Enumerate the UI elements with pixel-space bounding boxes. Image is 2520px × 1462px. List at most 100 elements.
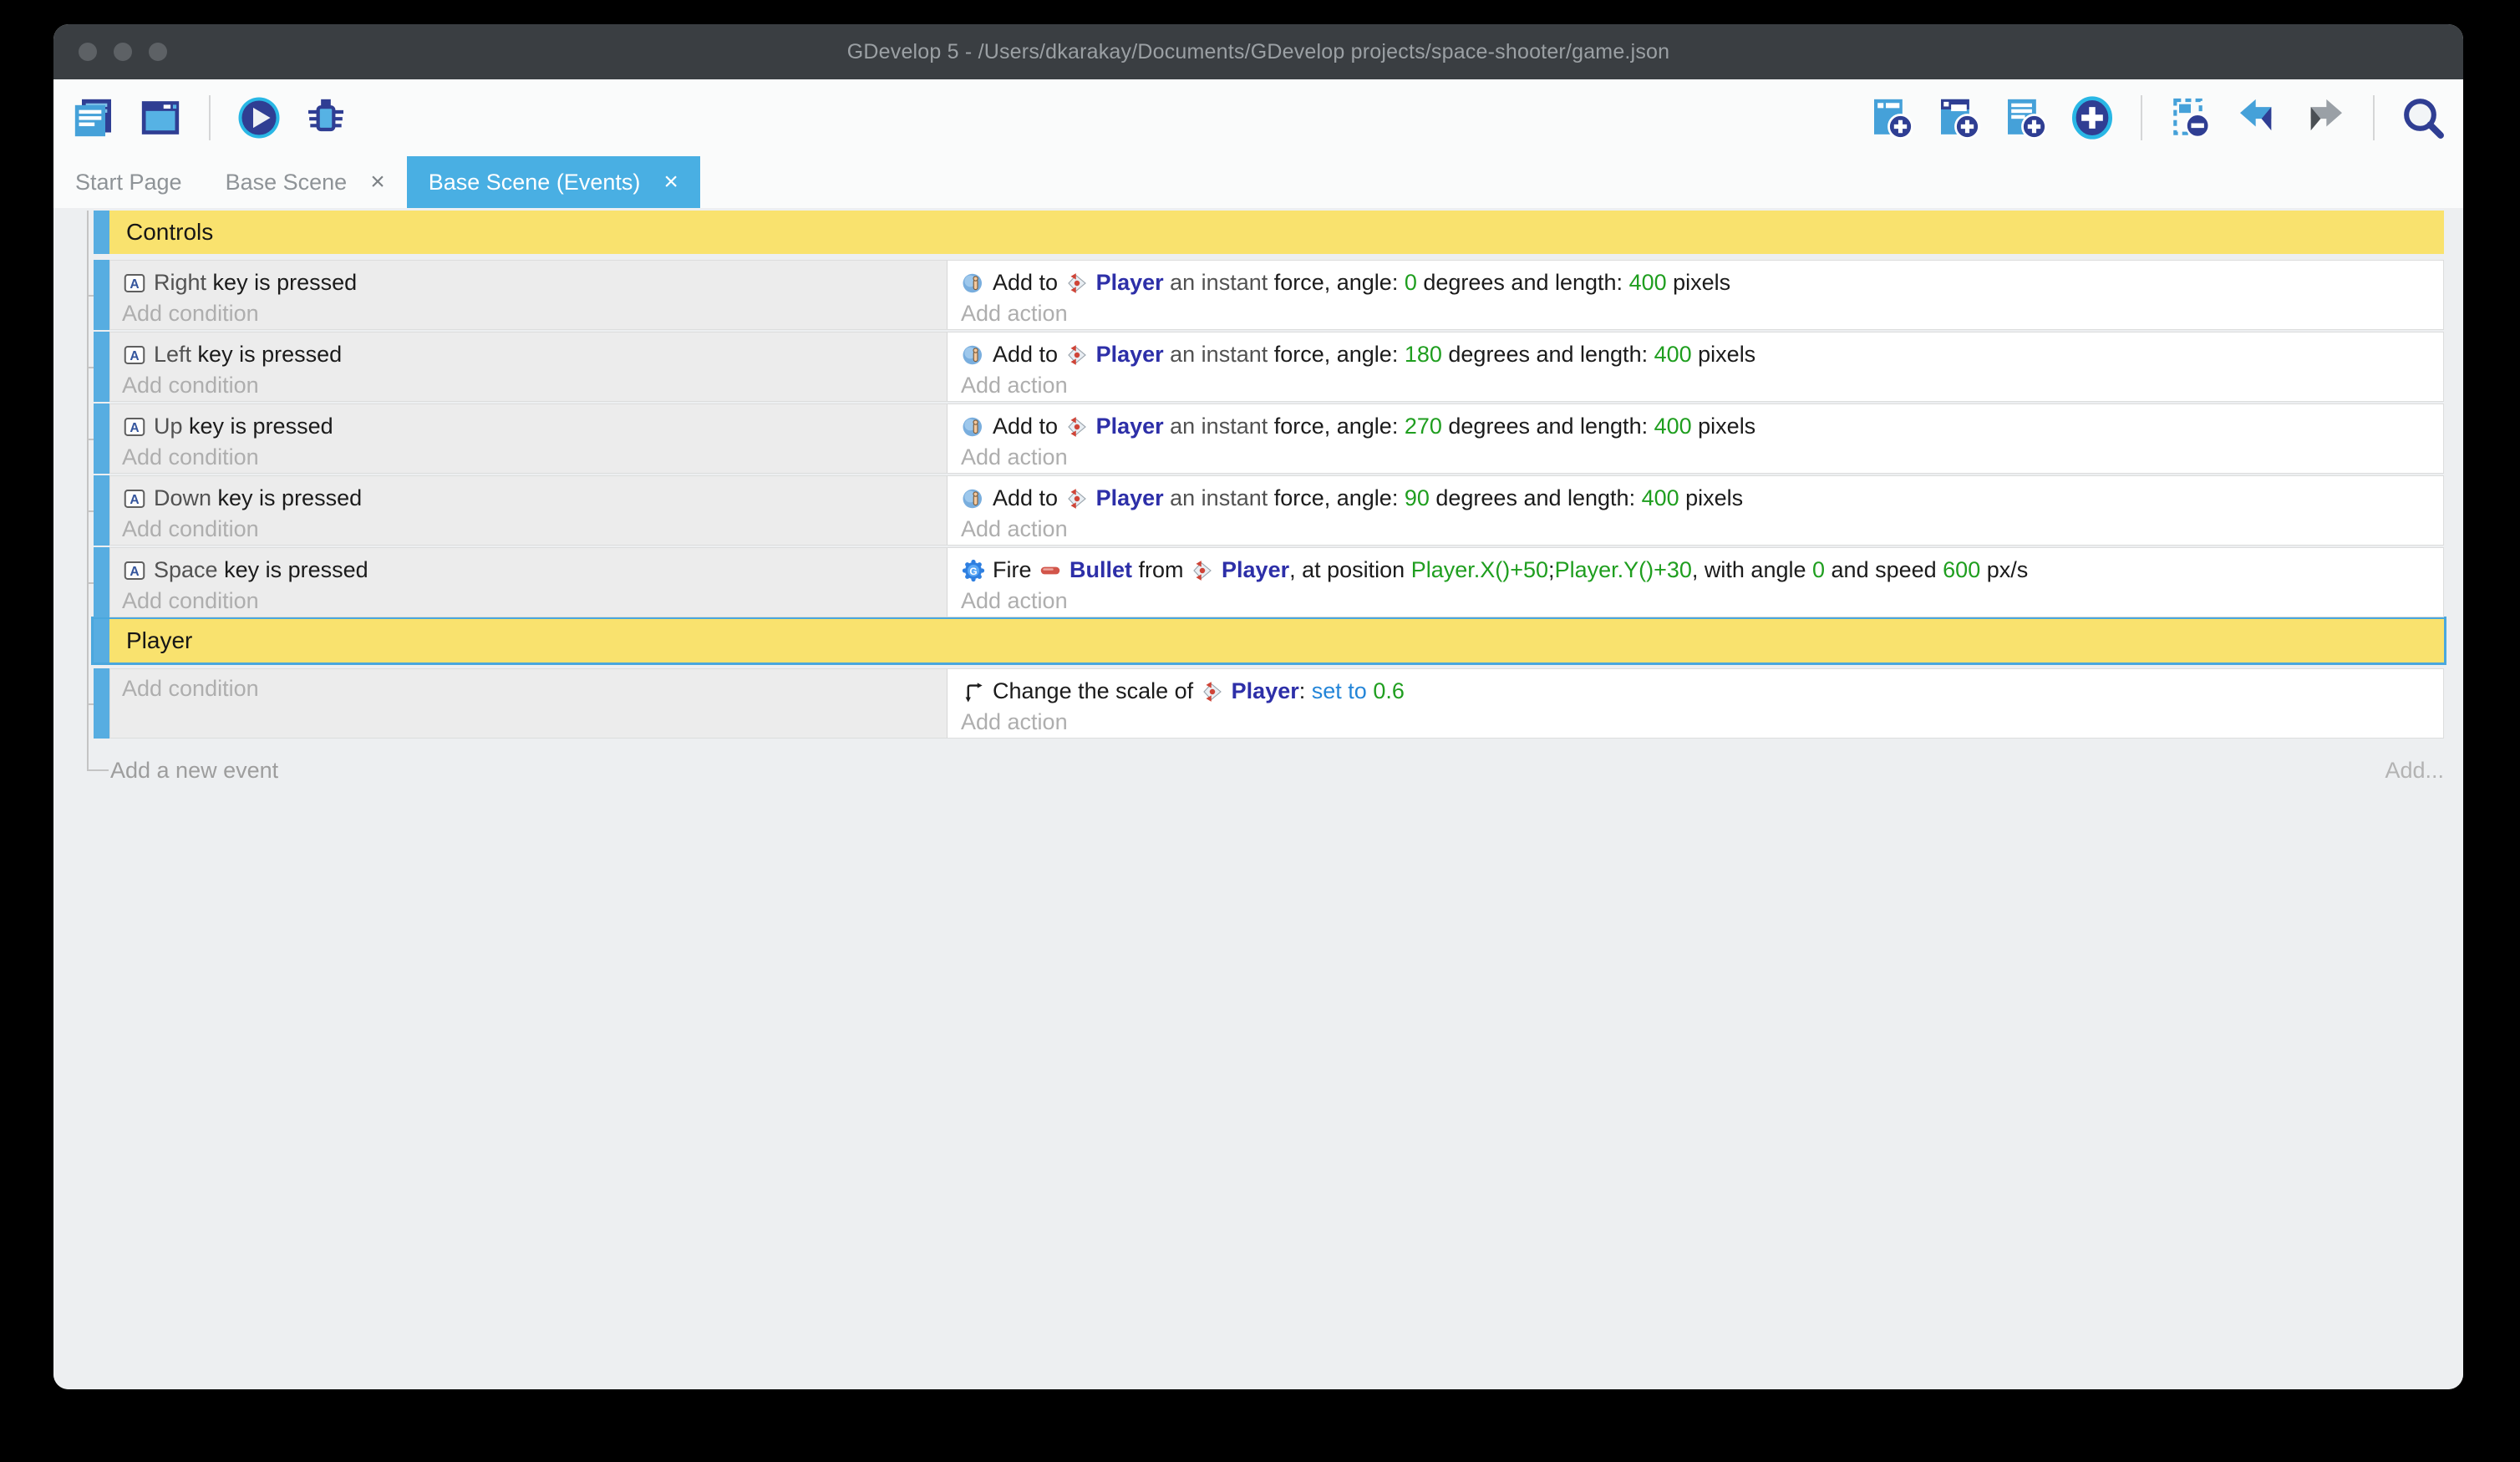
conditions-cell[interactable]: ARight key is pressedAdd condition xyxy=(110,261,948,329)
tree-line xyxy=(87,211,89,758)
tab-close-icon[interactable]: × xyxy=(370,170,385,195)
actions-cell[interactable]: GFire Bullet from Player, at position Pl… xyxy=(948,548,2443,617)
close-window-button[interactable] xyxy=(79,43,97,61)
redo-icon[interactable] xyxy=(2301,94,2348,141)
text-segment: Change the scale of xyxy=(993,678,1200,703)
delete-event-icon[interactable] xyxy=(2167,94,2214,141)
condition-line[interactable]: ARight key is pressed xyxy=(122,266,937,299)
text-segment: 400 xyxy=(1629,270,1667,295)
toolbar-divider xyxy=(209,95,211,140)
minimize-window-button[interactable] xyxy=(114,43,132,61)
condition-line[interactable]: ALeft key is pressed xyxy=(122,338,937,371)
action-line[interactable]: Add to Player an instant force, angle: 0… xyxy=(961,266,2433,299)
conditions-cell[interactable]: Add condition xyxy=(110,669,948,738)
add-condition-button[interactable]: Add condition xyxy=(122,371,937,399)
event-group-controls[interactable]: Controls xyxy=(94,211,2444,254)
text-segment: key is pressed xyxy=(189,414,333,439)
text-segment: 0 xyxy=(1405,270,1417,295)
actions-cell[interactable]: Add to Player an instant force, angle: 9… xyxy=(948,476,2443,545)
event-row[interactable]: ADown key is pressedAdd condition Add to … xyxy=(94,475,2444,546)
scene-window-icon[interactable] xyxy=(137,94,184,141)
text-segment: 270 xyxy=(1405,414,1442,439)
tab-base-scene-events[interactable]: Base Scene (Events)× xyxy=(407,156,700,208)
event-row[interactable]: ALeft key is pressedAdd conditionAdd to … xyxy=(94,332,2444,402)
event-row-body: Add condition Change the scale of Player:… xyxy=(109,668,2444,739)
add-condition-button[interactable]: Add condition xyxy=(122,586,937,615)
event-row[interactable]: ASpace key is pressedAdd condition GFire … xyxy=(94,547,2444,617)
scale-icon xyxy=(961,679,986,704)
tab-close-icon[interactable]: × xyxy=(663,170,678,195)
event-group-player[interactable]: Player xyxy=(94,619,2444,662)
add-circle-icon[interactable] xyxy=(2069,94,2116,141)
text-segment: , with angle xyxy=(1692,557,1812,582)
conditions-cell[interactable]: ASpace key is pressedAdd condition xyxy=(110,548,948,617)
condition-line[interactable]: ADown key is pressed xyxy=(122,481,937,515)
tab-label: Start Page xyxy=(75,170,182,195)
text-segment: pixels xyxy=(1692,414,1756,439)
conditions-cell[interactable]: ALeft key is pressedAdd condition xyxy=(110,333,948,401)
event-row[interactable]: AUp key is pressedAdd condition Add to Pl… xyxy=(94,404,2444,474)
add-action-button[interactable]: Add action xyxy=(961,586,2433,615)
conditions-cell[interactable]: AUp key is pressedAdd condition xyxy=(110,404,948,473)
event-color-strip xyxy=(94,332,109,402)
condition-line[interactable]: ASpace key is pressed xyxy=(122,553,937,586)
add-comment-icon[interactable] xyxy=(2002,94,2049,141)
action-line[interactable]: Add to Player an instant force, angle: 2… xyxy=(961,409,2433,443)
debug-icon[interactable] xyxy=(302,94,349,141)
event-row[interactable]: Add condition Change the scale of Player:… xyxy=(94,668,2444,739)
add-condition-button[interactable]: Add condition xyxy=(122,299,937,327)
player-ship-icon xyxy=(1200,679,1225,704)
add-event-icon[interactable] xyxy=(1868,94,1915,141)
event-row[interactable]: ARight key is pressedAdd condition Add to… xyxy=(94,260,2444,330)
action-line[interactable]: Add to Player an instant force, angle: 1… xyxy=(961,338,2433,371)
undo-icon[interactable] xyxy=(2234,94,2281,141)
tab-base-scene[interactable]: Base Scene× xyxy=(204,156,407,208)
text-segment: key is pressed xyxy=(213,270,358,295)
add-action-button[interactable]: Add action xyxy=(961,371,2433,399)
text-segment: Add to xyxy=(993,270,1064,295)
tab-start-page[interactable]: Start Page xyxy=(53,156,204,208)
actions-cell[interactable]: Add to Player an instant force, angle: 0… xyxy=(948,261,2443,329)
text-segment: Add to xyxy=(993,342,1064,367)
player-ship-icon xyxy=(1064,271,1090,296)
play-icon[interactable] xyxy=(236,94,282,141)
keyboard-key-icon: A xyxy=(122,343,147,368)
add-subevent-icon[interactable] xyxy=(1935,94,1982,141)
player-ship-icon xyxy=(1190,558,1215,583)
actions-cell[interactable]: Add to Player an instant force, angle: 1… xyxy=(948,333,2443,401)
add-condition-button[interactable]: Add condition xyxy=(122,515,937,543)
actions-cell[interactable]: Add to Player an instant force, angle: 2… xyxy=(948,404,2443,473)
toolbar xyxy=(53,79,2463,156)
add-new-event-button[interactable]: Add a new event xyxy=(110,758,278,784)
event-row-body: ASpace key is pressedAdd condition GFire … xyxy=(109,547,2444,617)
text-segment: degrees and length: xyxy=(1442,414,1654,439)
add-action-button[interactable]: Add action xyxy=(961,299,2433,327)
condition-line[interactable]: AUp key is pressed xyxy=(122,409,937,443)
add-action-button[interactable]: Add action xyxy=(961,443,2433,471)
force-icon xyxy=(961,486,986,511)
event-row-body: ADown key is pressedAdd condition Add to … xyxy=(109,475,2444,546)
conditions-cell[interactable]: ADown key is pressedAdd condition xyxy=(110,476,948,545)
search-icon[interactable] xyxy=(2400,94,2446,141)
player-ship-icon xyxy=(1064,414,1090,439)
actions-cell[interactable]: Change the scale of Player: set to 0.6Ad… xyxy=(948,669,2443,738)
tab-bar: Start Page Base Scene×Base Scene (Events)… xyxy=(53,156,2463,208)
add-action-button[interactable]: Add action xyxy=(961,708,2433,736)
text-segment: from xyxy=(1132,557,1190,582)
add-condition-button[interactable]: Add condition xyxy=(122,443,937,471)
project-manager-icon[interactable] xyxy=(70,94,117,141)
action-line[interactable]: Change the scale of Player: set to 0.6 xyxy=(961,674,2433,708)
action-line[interactable]: GFire Bullet from Player, at position Pl… xyxy=(961,553,2433,586)
text-segment: 0.6 xyxy=(1373,678,1405,703)
add-more-button[interactable]: Add... xyxy=(2385,758,2444,784)
text-segment: Left xyxy=(154,342,198,367)
text-segment: Player xyxy=(1096,270,1164,295)
zoom-window-button[interactable] xyxy=(149,43,167,61)
add-condition-button[interactable]: Add condition xyxy=(122,674,937,703)
action-line[interactable]: Add to Player an instant force, angle: 9… xyxy=(961,481,2433,515)
toolbar-divider xyxy=(2141,95,2142,140)
text-segment: Add to xyxy=(993,414,1064,439)
text-segment: Player xyxy=(1222,557,1289,582)
add-action-button[interactable]: Add action xyxy=(961,515,2433,543)
text-segment: : xyxy=(1299,678,1312,703)
